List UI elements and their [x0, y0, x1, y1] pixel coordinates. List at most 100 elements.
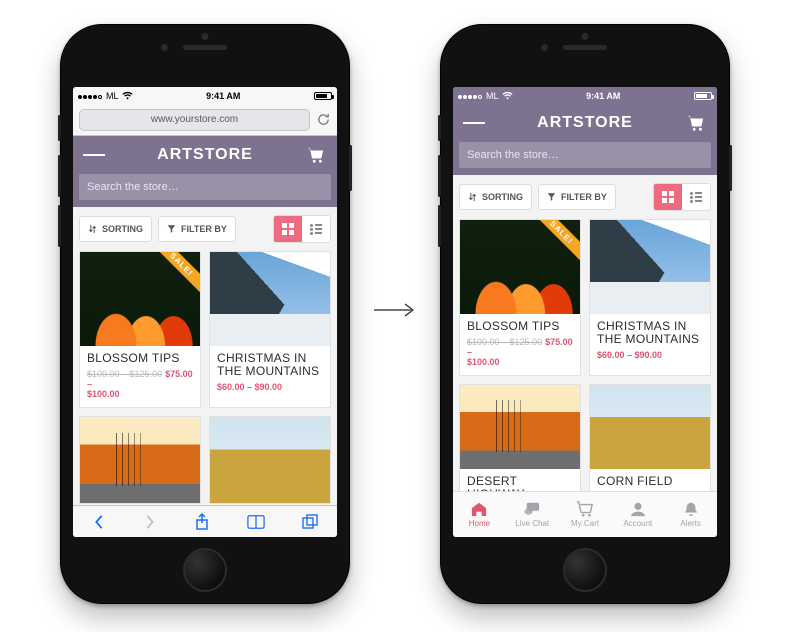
wifi-icon	[502, 91, 513, 100]
product-price: $100.00 – $125.00$75.00 – $100.00	[87, 369, 193, 399]
bookmarks-icon[interactable]	[247, 514, 265, 530]
phone-web: ML 9:41 AM www.yourstore.com	[60, 24, 350, 604]
home-button[interactable]	[563, 548, 607, 592]
status-time: 9:41 AM	[206, 91, 240, 101]
tab-label: Account	[623, 519, 652, 528]
product-image	[80, 417, 200, 503]
home-button[interactable]	[183, 548, 227, 592]
menu-button[interactable]	[83, 144, 105, 166]
search-strip: Search the store…	[73, 174, 337, 207]
sort-label: SORTING	[102, 224, 143, 234]
product-image	[210, 417, 330, 503]
safari-url-field[interactable]: www.yourstore.com	[79, 109, 310, 131]
brand-title: ARTSTORE	[157, 146, 253, 164]
product-image	[210, 252, 330, 346]
reload-icon[interactable]	[316, 112, 331, 127]
safari-toolbar	[73, 505, 337, 537]
product-card[interactable]: CORN FIELD	[589, 384, 711, 503]
product-title: CORN FIELD	[597, 475, 703, 488]
search-input[interactable]: Search the store…	[79, 174, 331, 200]
filter-label: FILTER BY	[561, 192, 607, 202]
filter-button[interactable]: FILTER BY	[158, 216, 236, 242]
product-price: $60.00 – $90.00	[597, 350, 703, 360]
brand-title: ARTSTORE	[537, 114, 633, 132]
cart-button[interactable]	[305, 144, 327, 166]
account-icon	[629, 501, 647, 517]
status-time: 9:41 AM	[586, 91, 620, 101]
product-grid: SALE! BLOSSOM TIPS $100.00 – $125.00$75.…	[73, 251, 337, 537]
product-image	[590, 385, 710, 469]
grid-view-button[interactable]	[654, 184, 682, 210]
phone-app: ML 9:41 AM ARTSTORE	[440, 24, 730, 604]
view-toggle	[653, 183, 711, 211]
carrier-label: ML	[106, 91, 119, 101]
filter-icon	[167, 224, 176, 234]
chat-icon	[523, 501, 541, 517]
menu-button[interactable]	[463, 112, 485, 134]
product-title: BLOSSOM TIPS	[87, 352, 193, 365]
bell-icon	[682, 501, 700, 517]
sort-button[interactable]: SORTING	[459, 184, 532, 210]
product-card[interactable]: SALE! BLOSSOM TIPS $100.00 – $125.00$75.…	[79, 251, 201, 408]
search-input[interactable]: Search the store…	[459, 142, 711, 168]
view-toggle	[273, 215, 331, 243]
filter-icon	[547, 192, 556, 202]
signal-icon	[458, 91, 483, 101]
product-price: $100.00 – $125.00$75.00 – $100.00	[467, 337, 573, 367]
sale-badge: SALE!	[530, 219, 581, 264]
product-image: SALE!	[460, 220, 580, 314]
product-card[interactable]: CHRISTMAS IN THE MOUNTAINS $60.00 – $90.…	[589, 219, 711, 376]
transition-arrow-icon	[373, 300, 415, 320]
product-title: CHRISTMAS IN THE MOUNTAINS	[217, 352, 323, 378]
cart-icon	[576, 501, 594, 517]
battery-icon	[694, 92, 712, 100]
app-header: ML 9:41 AM ARTSTORE	[453, 87, 717, 175]
tab-alerts[interactable]: Alerts	[664, 492, 717, 537]
wifi-icon	[122, 91, 133, 100]
filter-button[interactable]: FILTER BY	[538, 184, 616, 210]
tab-bar: Home Live Chat My Cart Account Alerts	[453, 491, 717, 537]
list-view-button[interactable]	[682, 184, 710, 210]
tab-account[interactable]: Account	[611, 492, 664, 537]
product-image	[460, 385, 580, 469]
battery-icon	[314, 92, 332, 100]
product-card[interactable]: CHRISTMAS IN THE MOUNTAINS $60.00 – $90.…	[209, 251, 331, 408]
carrier-label: ML	[486, 91, 499, 101]
sort-icon	[468, 192, 477, 202]
search-placeholder: Search the store…	[467, 149, 559, 161]
product-card[interactable]	[209, 416, 331, 504]
product-card[interactable]: SALE! BLOSSOM TIPS $100.00 – $125.00$75.…	[459, 219, 581, 376]
cart-button[interactable]	[685, 112, 707, 134]
tab-home[interactable]: Home	[453, 492, 506, 537]
tab-label: Alerts	[680, 519, 700, 528]
signal-icon	[78, 91, 103, 101]
product-title: CHRISTMAS IN THE MOUNTAINS	[597, 320, 703, 346]
screen-web: ML 9:41 AM www.yourstore.com	[73, 87, 337, 537]
ios-status-bar: ML 9:41 AM	[73, 87, 337, 104]
forward-icon	[143, 514, 157, 530]
share-icon[interactable]	[195, 513, 209, 531]
product-image	[590, 220, 710, 314]
grid-view-button[interactable]	[274, 216, 302, 242]
tab-cart[interactable]: My Cart	[559, 492, 612, 537]
app-header: ARTSTORE	[73, 136, 337, 174]
tab-livechat[interactable]: Live Chat	[506, 492, 559, 537]
filter-label: FILTER BY	[181, 224, 227, 234]
product-grid: SALE! BLOSSOM TIPS $100.00 – $125.00$75.…	[453, 219, 717, 503]
sort-button[interactable]: SORTING	[79, 216, 152, 242]
comparison-stage: ML 9:41 AM www.yourstore.com	[0, 0, 788, 632]
catalog-toolbar: SORTING FILTER BY	[453, 175, 717, 219]
back-icon[interactable]	[92, 514, 106, 530]
catalog-toolbar: SORTING FILTER BY	[73, 207, 337, 251]
tabs-icon[interactable]	[302, 514, 318, 530]
list-view-button[interactable]	[302, 216, 330, 242]
product-card[interactable]: DESERT HIGHWAY	[459, 384, 581, 503]
safari-address-bar: www.yourstore.com	[73, 104, 337, 136]
sale-badge: SALE!	[150, 251, 201, 296]
tab-label: Home	[469, 519, 490, 528]
product-card[interactable]	[79, 416, 201, 504]
screen-app: ML 9:41 AM ARTSTORE	[453, 87, 717, 537]
safari-url-text: www.yourstore.com	[151, 114, 238, 125]
sort-label: SORTING	[482, 192, 523, 202]
product-price: $60.00 – $90.00	[217, 382, 323, 392]
